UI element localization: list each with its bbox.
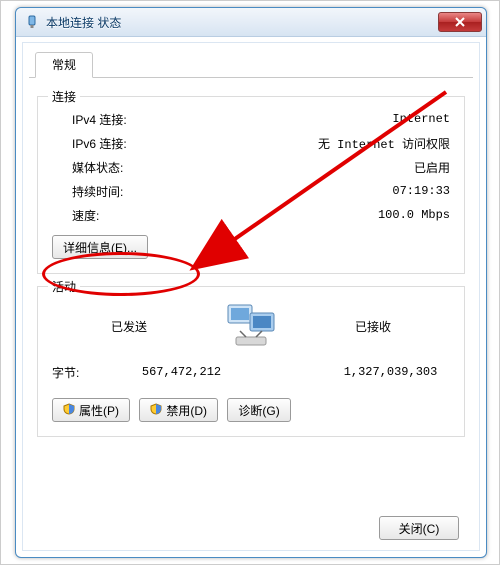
close-icon[interactable]	[438, 12, 482, 32]
properties-button-label: 属性(P)	[79, 402, 119, 419]
bytes-label: 字节:	[52, 364, 122, 381]
sent-label: 已发送	[52, 318, 206, 335]
group-connection: 连接 IPv4 连接: Internet IPv6 连接: 无 Internet…	[37, 96, 465, 274]
group-connection-title: 连接	[48, 88, 80, 105]
speed-value: 100.0 Mbps	[378, 208, 450, 222]
disable-button-label: 禁用(D)	[166, 402, 207, 419]
recv-label: 已接收	[296, 318, 450, 335]
ipv4-label: IPv4 连接:	[72, 111, 127, 128]
bytes-sent-value: 567,472,212	[122, 365, 241, 379]
duration-value: 07:19:33	[392, 184, 450, 198]
properties-button[interactable]: 属性(P)	[52, 398, 130, 422]
duration-label: 持续时间:	[72, 183, 123, 200]
tab-row: 常规	[29, 49, 473, 78]
shield-icon	[150, 403, 162, 418]
window-frame: 本地连接 状态 常规 连接 IPv4 连接: Internet IPv6 连接:…	[15, 7, 487, 558]
ipv6-value: 无 Internet 访问权限	[318, 135, 450, 152]
media-state-value: 已启用	[414, 159, 450, 176]
group-activity-title: 活动	[48, 278, 80, 295]
titlebar[interactable]: 本地连接 状态	[16, 8, 486, 37]
group-activity: 活动 已发送 已接收	[37, 286, 465, 437]
disable-button[interactable]: 禁用(D)	[139, 398, 218, 422]
close-button[interactable]: 关闭(C)	[379, 516, 459, 540]
network-activity-icon	[206, 301, 296, 352]
details-button[interactable]: 详细信息(E)...	[52, 235, 148, 259]
speed-label: 速度:	[72, 207, 99, 224]
media-state-label: 媒体状态:	[72, 159, 123, 176]
ipv6-label: IPv6 连接:	[72, 135, 127, 152]
network-adapter-icon	[24, 14, 40, 30]
client-area: 常规 连接 IPv4 连接: Internet IPv6 连接: 无 Inter…	[22, 42, 480, 551]
bytes-recv-value: 1,327,039,303	[331, 365, 450, 379]
tab-general[interactable]: 常规	[35, 52, 93, 78]
tab-pane: 连接 IPv4 连接: Internet IPv6 连接: 无 Internet…	[29, 96, 473, 437]
ipv4-value: Internet	[392, 112, 450, 126]
diagnose-button[interactable]: 诊断(G)	[227, 398, 290, 422]
diagnose-button-label: 诊断(G)	[238, 402, 279, 419]
shield-icon	[63, 403, 75, 418]
window-title: 本地连接 状态	[46, 14, 438, 31]
